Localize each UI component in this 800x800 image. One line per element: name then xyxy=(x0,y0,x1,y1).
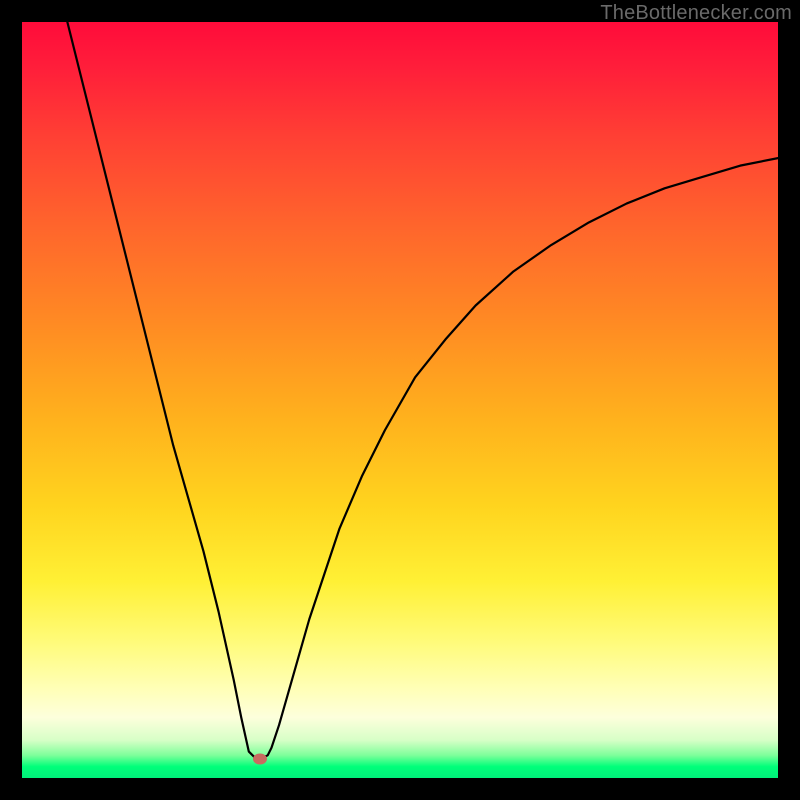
plot-area xyxy=(22,22,778,778)
optimum-marker xyxy=(253,754,267,765)
chart-frame: TheBottlenecker.com xyxy=(0,0,800,800)
bottleneck-curve xyxy=(22,22,778,778)
watermark-text: TheBottlenecker.com xyxy=(600,2,792,25)
